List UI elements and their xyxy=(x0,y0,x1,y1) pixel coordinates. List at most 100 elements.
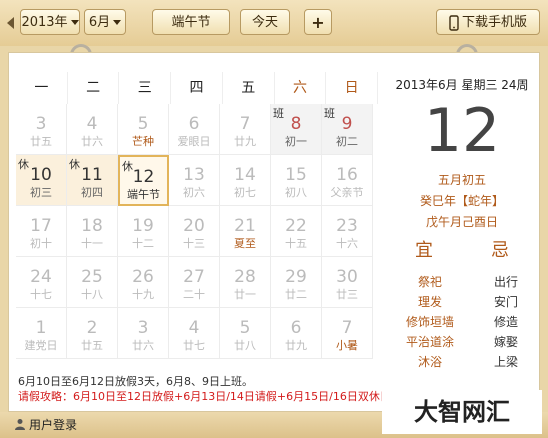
yi-item: 修饰垣墙 xyxy=(405,315,454,329)
day-number: 5 xyxy=(137,114,149,134)
add-button[interactable]: + xyxy=(304,9,332,35)
day-number: 26 xyxy=(132,267,154,287)
day-cell[interactable]: 17 初十 xyxy=(16,206,67,257)
weekday-fri: 五 xyxy=(223,72,275,104)
lunar-label: 建党日 xyxy=(24,339,58,352)
day-cell[interactable]: 26 十九 xyxy=(118,257,169,308)
day-cell[interactable]: 14 初七 xyxy=(220,155,271,206)
weekday-sun: 日 xyxy=(326,72,379,104)
ji-item: 安门 xyxy=(493,295,518,309)
month-select[interactable]: 6月 xyxy=(84,9,126,35)
day-cell[interactable]: 休 10 初三 xyxy=(16,155,67,206)
prev-month-icon[interactable] xyxy=(7,17,14,29)
day-cell[interactable]: 3 廿五 xyxy=(16,104,67,155)
lunar-label: 十八 xyxy=(81,288,103,301)
day-cell[interactable]: 15 初八 xyxy=(271,155,322,206)
lunar-label: 初八 xyxy=(285,186,307,199)
lunar-label: 十九 xyxy=(132,288,154,301)
day-cell[interactable]: 休 11 初四 xyxy=(67,155,118,206)
weekday-header: 一 二 三 四 五 六 日 xyxy=(16,72,379,104)
lunar-label: 初一 xyxy=(285,135,307,148)
holiday-badge: 休 xyxy=(18,158,29,171)
day-cell[interactable]: 24 十七 xyxy=(16,257,67,308)
day-cell[interactable]: 19 十二 xyxy=(118,206,169,257)
day-cell[interactable]: 18 十一 xyxy=(67,206,118,257)
day-cell[interactable]: 班 8 初一 xyxy=(271,104,322,155)
day-number: 16 xyxy=(336,165,358,185)
week-row: 1 建党日 2 廿五 3 廿六 4 廿七 5 廿八 6 廿九 7 小暑 xyxy=(16,308,378,359)
download-mobile-button[interactable]: 下载手机版 xyxy=(436,9,540,35)
yi-items: 祭祀 理发 修饰垣墙 平治道涂 沐浴 xyxy=(406,272,454,372)
day-cell[interactable]: 2 廿五 xyxy=(67,308,118,359)
lunar-label: 父亲节 xyxy=(330,186,364,199)
day-cell[interactable]: 16 父亲节 xyxy=(322,155,373,206)
day-cell[interactable]: 22 十五 xyxy=(271,206,322,257)
lunar-label: 十六 xyxy=(336,237,358,250)
day-cell[interactable]: 5 廿八 xyxy=(220,308,271,359)
day-number: 2 xyxy=(86,318,98,338)
weekday-thu: 四 xyxy=(171,72,223,104)
holiday-notice: 6月10日至6月12日放假3天，6月8、9日上班。 xyxy=(18,375,253,388)
day-cell[interactable]: 20 十三 xyxy=(169,206,220,257)
year-select[interactable]: 2013年 xyxy=(20,9,80,35)
day-number: 5 xyxy=(239,318,251,338)
lunar-label: 廿六 xyxy=(81,135,103,148)
day-cell[interactable]: 4 廿七 xyxy=(169,308,220,359)
lunar-label: 廿六 xyxy=(132,339,154,352)
day-cell[interactable]: 13 初六 xyxy=(169,155,220,206)
lunar-label: 十七 xyxy=(30,288,52,301)
lunar-label: 廿五 xyxy=(30,135,52,148)
week-row: 17 初十 18 十一 19 十二 20 十三 21 夏至 22 十五 23 十六 xyxy=(16,206,378,257)
month-grid: 一 二 三 四 五 六 日 3 廿五 4 廿六 5 芒种 6 爱眼日 7 廿九 班 8 初一 … xyxy=(16,72,379,359)
lunar-label: 十二 xyxy=(132,237,154,250)
lunar-label: 小暑 xyxy=(336,339,358,352)
week-row: 休 10 初三 休 11 初四 休 12 端午节 13 初六 14 初七 15 初八 16 父亲节 xyxy=(16,155,378,206)
day-cell[interactable]: 25 十八 xyxy=(67,257,118,308)
day-cell[interactable]: 7 廿九 xyxy=(220,104,271,155)
weekday-wed: 三 xyxy=(119,72,172,104)
day-cell[interactable]: 6 爱眼日 xyxy=(169,104,220,155)
day-number: 30 xyxy=(336,267,358,287)
today-button[interactable]: 今天 xyxy=(240,9,290,35)
day-cell[interactable]: 班 9 初二 xyxy=(322,104,373,155)
lunar-label: 廿一 xyxy=(234,288,256,301)
detail-ganzhi-day: 戊午月己酉日 xyxy=(425,215,498,229)
user-login-label: 用户登录 xyxy=(29,418,78,432)
yi-item: 平治道涂 xyxy=(405,335,454,349)
day-number: 20 xyxy=(183,216,205,236)
day-cell[interactable]: 4 廿六 xyxy=(67,104,118,155)
day-number: 7 xyxy=(341,318,353,338)
festival-button[interactable]: 端午节 xyxy=(152,9,230,35)
day-cell[interactable]: 29 廿二 xyxy=(271,257,322,308)
lunar-label: 十五 xyxy=(285,237,307,250)
day-cell[interactable]: 23 十六 xyxy=(322,206,373,257)
day-number: 24 xyxy=(30,267,52,287)
yi-label: 宜 xyxy=(415,240,433,261)
day-cell[interactable]: 28 廿一 xyxy=(220,257,271,308)
day-cell[interactable]: 5 芒种 xyxy=(118,104,169,155)
day-cell-selected[interactable]: 休 12 端午节 xyxy=(118,155,169,206)
top-toolbar: 2013年 6月 端午节 今天 + 下载手机版 xyxy=(0,0,548,84)
weekday-mon: 一 xyxy=(16,72,68,104)
day-cell[interactable]: 1 建党日 xyxy=(16,308,67,359)
holiday-badge: 休 xyxy=(69,158,80,171)
work-day-badge: 班 xyxy=(273,107,284,120)
day-cell[interactable]: 3 廿六 xyxy=(118,308,169,359)
day-cell[interactable]: 27 二十 xyxy=(169,257,220,308)
day-cell[interactable]: 21 夏至 xyxy=(220,206,271,257)
day-cell[interactable]: 6 廿九 xyxy=(271,308,322,359)
weekday-sat: 六 xyxy=(275,72,327,104)
ji-label: 忌 xyxy=(491,240,509,261)
day-cell[interactable]: 7 小暑 xyxy=(322,308,373,359)
day-number: 28 xyxy=(234,267,256,287)
lunar-label: 初七 xyxy=(234,186,256,199)
day-cell[interactable]: 30 廿三 xyxy=(322,257,373,308)
yi-item: 祭祀 xyxy=(417,275,442,289)
yi-item: 理发 xyxy=(417,295,442,309)
month-label: 6月 xyxy=(88,15,111,30)
detail-ganzhi-year: 癸巳年【蛇年】 xyxy=(419,194,504,208)
day-number: 13 xyxy=(183,165,205,185)
day-number: 1 xyxy=(35,318,47,338)
user-login-link[interactable]: 用户登录 xyxy=(14,416,77,434)
lunar-label: 廿九 xyxy=(234,135,256,148)
